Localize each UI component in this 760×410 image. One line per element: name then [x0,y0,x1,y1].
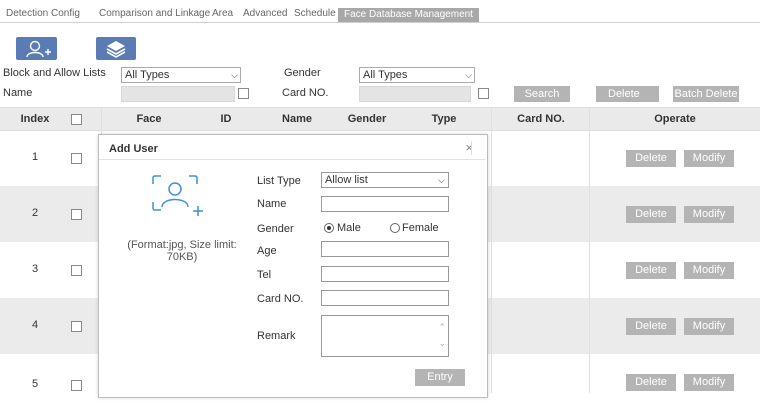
col-id: ID [220,113,232,125]
tab-face-database-management[interactable]: Face Database Management [338,8,479,22]
card-no-label: Card NO. [257,293,304,305]
add-face-icon [152,175,203,216]
list-type-select-value: All Types [125,69,170,81]
gender-female-radio[interactable] [390,223,400,233]
row-delete-button[interactable]: Delete [626,150,676,167]
name-filter-checkbox[interactable] [238,88,249,99]
tel-field[interactable] [321,266,449,282]
add-user-icon [26,40,51,58]
format-note: (Format:jpg, Size limit: 70KB) [127,239,237,263]
row-modify-button[interactable]: Modify [684,150,734,167]
tab-comparison-linkage[interactable]: Comparison and Linkage [99,5,210,22]
dialog-separator [99,159,485,160]
row-checkbox[interactable] [71,380,82,391]
col-index: Index [20,113,50,125]
col-operate: Operate [654,113,696,125]
entry-button[interactable]: Entry [415,369,465,386]
face-upload[interactable] [151,174,205,226]
row-delete-button[interactable]: Delete [626,318,676,335]
gender-male-label: Male [337,222,361,234]
tab-area[interactable]: Area [212,5,233,22]
row-delete-button[interactable]: Delete [626,262,676,279]
row-checkbox[interactable] [71,209,82,220]
card-filter-input[interactable] [359,86,471,102]
row-checkbox[interactable] [71,265,82,276]
add-user-dialog: Add User × (Format:jpg, Size limit: 70KB… [98,134,488,398]
select-all-checkbox[interactable] [71,114,82,125]
chevron-down-icon: ⌵ [438,175,445,185]
row-checkbox[interactable] [71,153,82,164]
gender-female-label: Female [402,222,439,234]
batch-delete-button[interactable]: Batch Delete [673,86,739,102]
gender-male-radio[interactable] [324,223,334,233]
row-modify-button[interactable]: Modify [684,318,734,335]
dialog-title: Add User [109,143,158,155]
chevron-down-icon: ⌵ [231,70,238,80]
remark-label: Remark [257,330,296,342]
row-delete-button[interactable]: Delete [626,206,676,223]
row-index: 3 [31,263,39,275]
layers-icon [106,41,126,58]
remark-textarea[interactable]: ⌃ ⌄ [321,315,449,357]
gender-label: Gender [257,223,294,235]
col-card-no: Card NO. [517,113,565,125]
add-user-button[interactable] [16,37,57,60]
row-modify-button[interactable]: Modify [684,262,734,279]
gender-select[interactable]: All Types ⌵ [359,67,475,83]
delete-button[interactable]: Delete [596,86,659,102]
list-type-select[interactable]: All Types ⌵ [121,67,241,83]
card-no-field[interactable] [321,290,449,306]
tab-detection-config[interactable]: Detection Config [6,5,80,22]
row-checkbox[interactable] [71,321,82,332]
scroll-down-icon[interactable]: ⌄ [438,338,446,349]
column-divider [491,107,492,393]
tel-label: Tel [257,269,272,281]
col-face: Face [136,113,162,125]
column-divider [589,107,590,393]
table-header: Index Face ID Name Gender Type Card NO. … [0,107,760,131]
list-type-label: List Type [257,175,301,187]
search-button[interactable]: Search [514,86,570,102]
row-index: 4 [31,319,39,331]
row-modify-button[interactable]: Modify [684,206,734,223]
card-filter-checkbox[interactable] [478,88,489,99]
scroll-up-icon[interactable]: ⌃ [438,322,446,333]
name-filter-label: Name [3,87,33,99]
gender-select-value: All Types [363,69,408,81]
name-filter-input[interactable] [121,86,235,102]
title-divider [471,141,472,155]
row-delete-button[interactable]: Delete [626,374,676,391]
tab-schedule[interactable]: Schedule [294,5,336,22]
list-filter-label: Block and Allow Lists [3,67,106,79]
tab-bar: Detection Config Comparison and Linkage … [0,0,760,23]
name-label: Name [257,198,287,210]
row-index: 5 [31,378,39,390]
col-type: Type [431,113,457,125]
batch-import-button[interactable] [96,37,136,60]
card-filter-label: Card NO. [282,87,329,99]
col-name: Name [282,113,312,125]
tab-advanced[interactable]: Advanced [243,5,287,22]
age-field[interactable] [321,241,449,257]
list-type-dropdown[interactable]: Allow list ⌵ [321,172,449,188]
chevron-down-icon: ⌵ [465,70,472,80]
gender-filter-label: Gender [284,67,321,79]
name-field[interactable] [321,196,449,212]
row-modify-button[interactable]: Modify [684,374,734,391]
row-index: 2 [31,207,39,219]
row-index: 1 [31,151,39,163]
age-label: Age [257,245,277,257]
col-gender: Gender [347,113,387,125]
list-type-dropdown-value: Allow list [325,174,368,186]
